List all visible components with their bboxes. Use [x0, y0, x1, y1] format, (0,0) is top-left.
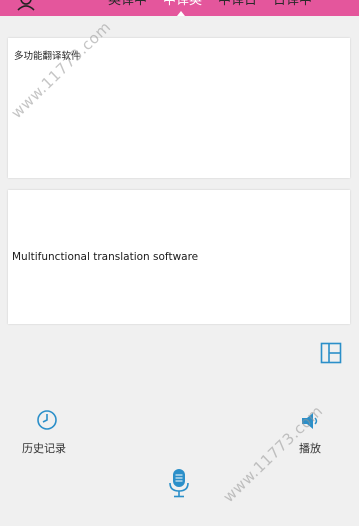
translation-text: Multifunctional translation software [12, 251, 199, 263]
tab-ja-to-zh[interactable]: 日译中 [273, 0, 312, 9]
top-bar: 英译中 中译英 中译日 日译中 [0, 0, 359, 16]
active-tab-indicator [177, 11, 185, 16]
source-text: 多功能翻译软件 [14, 51, 81, 62]
history-button[interactable]: 历史记录 [22, 409, 74, 455]
tab-zh-to-en[interactable]: 中译英 [163, 0, 202, 9]
translation-result-box: Multifunctional translation software [8, 190, 350, 324]
clock-icon [37, 410, 57, 430]
tab-en-to-zh[interactable]: 英译中 [108, 0, 147, 9]
history-label: 历史记录 [22, 442, 66, 455]
layout-grid-icon[interactable] [320, 342, 342, 364]
app-screen: 英译中 中译英 中译日 日译中 多功能翻译软件 Multifunctional … [0, 0, 359, 526]
source-text-box[interactable]: 多功能翻译软件 [8, 38, 350, 178]
play-label: 播放 [299, 442, 321, 455]
play-button[interactable]: 播放 [296, 409, 330, 455]
tab-zh-to-ja[interactable]: 中译日 [218, 0, 257, 9]
speaker-icon [302, 413, 318, 429]
user-icon[interactable] [16, 0, 36, 11]
microphone-icon[interactable] [166, 468, 192, 498]
